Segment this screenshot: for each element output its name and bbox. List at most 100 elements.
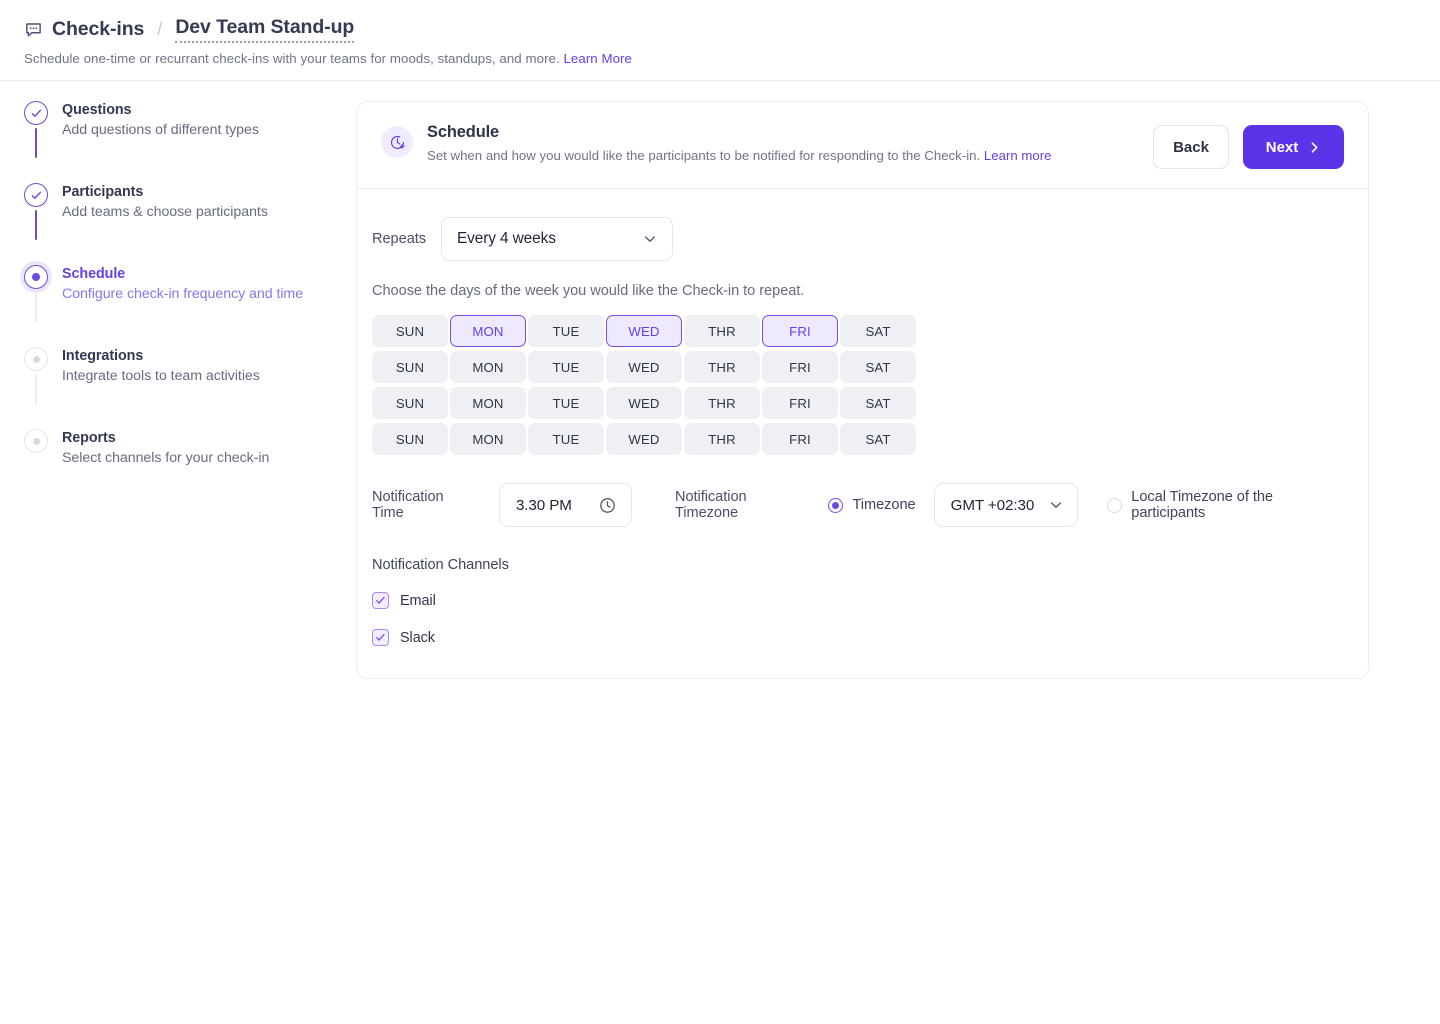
weekday-button-sat-week3[interactable]: SAT bbox=[840, 387, 916, 419]
weekday-button-mon-week4[interactable]: MON bbox=[450, 423, 526, 455]
local-timezone-label: Local Timezone of the participants bbox=[1131, 489, 1273, 521]
weekday-button-sun-week1[interactable]: SUN bbox=[372, 315, 448, 347]
channel-label: Slack bbox=[400, 629, 435, 646]
stepper-desc: Integrate tools to team activities bbox=[62, 368, 260, 384]
notification-time-value: 3.30 PM bbox=[515, 496, 572, 514]
weekday-button-fri-week1[interactable]: FRI bbox=[762, 315, 838, 347]
timezone-selected-value: GMT +02:30 bbox=[950, 496, 1035, 514]
stepper-desc: Configure check-in frequency and time bbox=[62, 286, 304, 302]
card-actions: Back Next bbox=[1153, 123, 1344, 169]
weekday-button-tue-week4[interactable]: TUE bbox=[528, 423, 604, 455]
repeats-select[interactable]: Every 4 weeks bbox=[441, 217, 674, 261]
weekday-button-tue-week1[interactable]: TUE bbox=[528, 315, 604, 347]
weekday-button-sat-week1[interactable]: SAT bbox=[840, 315, 916, 347]
stepper-title: Schedule bbox=[62, 266, 126, 282]
card-title: Schedule bbox=[427, 123, 500, 141]
stepper-marker-column bbox=[24, 429, 48, 466]
weekday-button-tue-week2[interactable]: TUE bbox=[528, 351, 604, 383]
page-subtitle-text: Schedule one-time or recurrant check-ins… bbox=[24, 51, 560, 66]
stepper-title: Participants bbox=[62, 184, 144, 200]
repeats-row: Repeats Every 4 weeks bbox=[372, 217, 1344, 261]
weekday-button-fri-week2[interactable]: FRI bbox=[762, 351, 838, 383]
checkbox-checked-icon bbox=[372, 629, 389, 646]
channel-label: Email bbox=[400, 592, 436, 609]
breadcrumb: Check-ins / Dev Team Stand-up bbox=[24, 14, 1416, 44]
check-circle-icon bbox=[24, 183, 48, 207]
schedule-card: Schedule Set when and how you would like… bbox=[356, 101, 1369, 679]
stepper-text: Participants Add teams & choose particip… bbox=[62, 183, 268, 243]
stepper-text: Integrations Integrate tools to team act… bbox=[62, 347, 260, 407]
stepper-item-integrations[interactable]: Integrations Integrate tools to team act… bbox=[24, 347, 356, 429]
radio-selected-icon bbox=[828, 497, 844, 513]
weekday-button-wed-week1[interactable]: WED bbox=[606, 315, 682, 347]
weekday-button-wed-week3[interactable]: WED bbox=[606, 387, 682, 419]
current-step-icon bbox=[24, 265, 48, 289]
weekday-button-fri-week3[interactable]: FRI bbox=[762, 387, 838, 419]
pending-step-icon bbox=[24, 429, 48, 453]
notification-time-input[interactable]: 3.30 PM bbox=[498, 483, 632, 527]
local-timezone-radio-option[interactable]: Local Timezone of the participants bbox=[1107, 489, 1344, 521]
breadcrumb-current[interactable]: Dev Team Stand-up bbox=[175, 16, 354, 43]
stepper-title: Reports bbox=[62, 430, 116, 446]
weekday-button-sun-week2[interactable]: SUN bbox=[372, 351, 448, 383]
stepper-marker-column bbox=[24, 347, 48, 407]
stepper-desc: Select channels for your check-in bbox=[62, 450, 270, 466]
back-button[interactable]: Back bbox=[1153, 125, 1229, 169]
chat-bubble-icon bbox=[24, 20, 43, 39]
notification-time-label: Notification Time bbox=[372, 489, 444, 521]
stepper-connector bbox=[35, 374, 37, 404]
stepper-item-participants[interactable]: Participants Add teams & choose particip… bbox=[24, 183, 356, 265]
weekday-button-tue-week3[interactable]: TUE bbox=[528, 387, 604, 419]
stepper-marker-column bbox=[24, 265, 48, 325]
notification-channels-list: Email Slack bbox=[372, 592, 1344, 646]
repeats-label: Repeats bbox=[372, 231, 427, 247]
weekday-button-thr-week4[interactable]: THR bbox=[684, 423, 760, 455]
stepper-item-questions[interactable]: Questions Add questions of different typ… bbox=[24, 101, 356, 183]
weekday-button-fri-week4[interactable]: FRI bbox=[762, 423, 838, 455]
weekday-grid: SUN MON TUE WED THR FRI SAT SUN MON TUE WED THR FRI S… bbox=[372, 315, 920, 455]
card-learn-more-link[interactable]: Learn more bbox=[984, 148, 1052, 163]
next-button-label: Next bbox=[1265, 138, 1299, 156]
page-subtitle: Schedule one-time or recurrant check-ins… bbox=[24, 51, 1416, 66]
stepper-item-reports[interactable]: Reports Select channels for your check-i… bbox=[24, 429, 356, 466]
breadcrumb-root[interactable]: Check-ins bbox=[52, 18, 144, 41]
weekday-button-mon-week3[interactable]: MON bbox=[450, 387, 526, 419]
stepper-desc: Add questions of different types bbox=[62, 122, 259, 138]
radio-unselected-icon bbox=[1107, 497, 1123, 513]
stepper-item-schedule[interactable]: Schedule Configure check-in frequency an… bbox=[24, 265, 356, 347]
stepper-marker-column bbox=[24, 183, 48, 243]
schedule-card-header: Schedule Set when and how you would like… bbox=[357, 102, 1368, 189]
clock-plus-icon bbox=[381, 126, 413, 158]
notification-channels-title: Notification Channels bbox=[372, 557, 509, 573]
notification-row: Notification Time 3.30 PM Notification T… bbox=[372, 483, 1344, 527]
channel-checkbox-slack[interactable]: Slack bbox=[372, 629, 1344, 646]
stepper-text: Questions Add questions of different typ… bbox=[62, 101, 259, 161]
weekday-button-sat-week4[interactable]: SAT bbox=[840, 423, 916, 455]
stepper-title: Integrations bbox=[62, 348, 144, 364]
stepper-text: Reports Select channels for your check-i… bbox=[62, 429, 269, 466]
timezone-radio-option[interactable]: Timezone bbox=[828, 497, 916, 513]
channel-checkbox-email[interactable]: Email bbox=[372, 592, 1344, 609]
weekday-button-mon-week1[interactable]: MON bbox=[450, 315, 526, 347]
weekday-button-wed-week2[interactable]: WED bbox=[606, 351, 682, 383]
weekday-button-sun-week3[interactable]: SUN bbox=[372, 387, 448, 419]
weekday-button-sat-week2[interactable]: SAT bbox=[840, 351, 916, 383]
schedule-form: Repeats Every 4 weeks Choose the days of… bbox=[357, 189, 1368, 646]
timezone-select[interactable]: GMT +02:30 bbox=[933, 483, 1079, 527]
days-helper-text: Choose the days of the week you would li… bbox=[372, 283, 805, 299]
learn-more-link[interactable]: Learn More bbox=[563, 51, 632, 66]
check-circle-icon bbox=[24, 101, 48, 125]
weekday-button-mon-week2[interactable]: MON bbox=[450, 351, 526, 383]
next-button[interactable]: Next bbox=[1243, 125, 1344, 169]
repeats-selected-value: Every 4 weeks bbox=[457, 230, 556, 247]
weekday-button-sun-week4[interactable]: SUN bbox=[372, 423, 448, 455]
weekday-button-thr-week1[interactable]: THR bbox=[684, 315, 760, 347]
card-description-text: Set when and how you would like the part… bbox=[427, 148, 981, 163]
weekday-button-thr-week3[interactable]: THR bbox=[684, 387, 760, 419]
weekday-button-wed-week4[interactable]: WED bbox=[606, 423, 682, 455]
stepper-text: Schedule Configure check-in frequency an… bbox=[62, 265, 303, 325]
clock-icon[interactable] bbox=[599, 497, 616, 514]
stepper-connector bbox=[35, 292, 37, 322]
weekday-button-thr-week2[interactable]: THR bbox=[684, 351, 760, 383]
stepper-connector bbox=[35, 128, 37, 158]
